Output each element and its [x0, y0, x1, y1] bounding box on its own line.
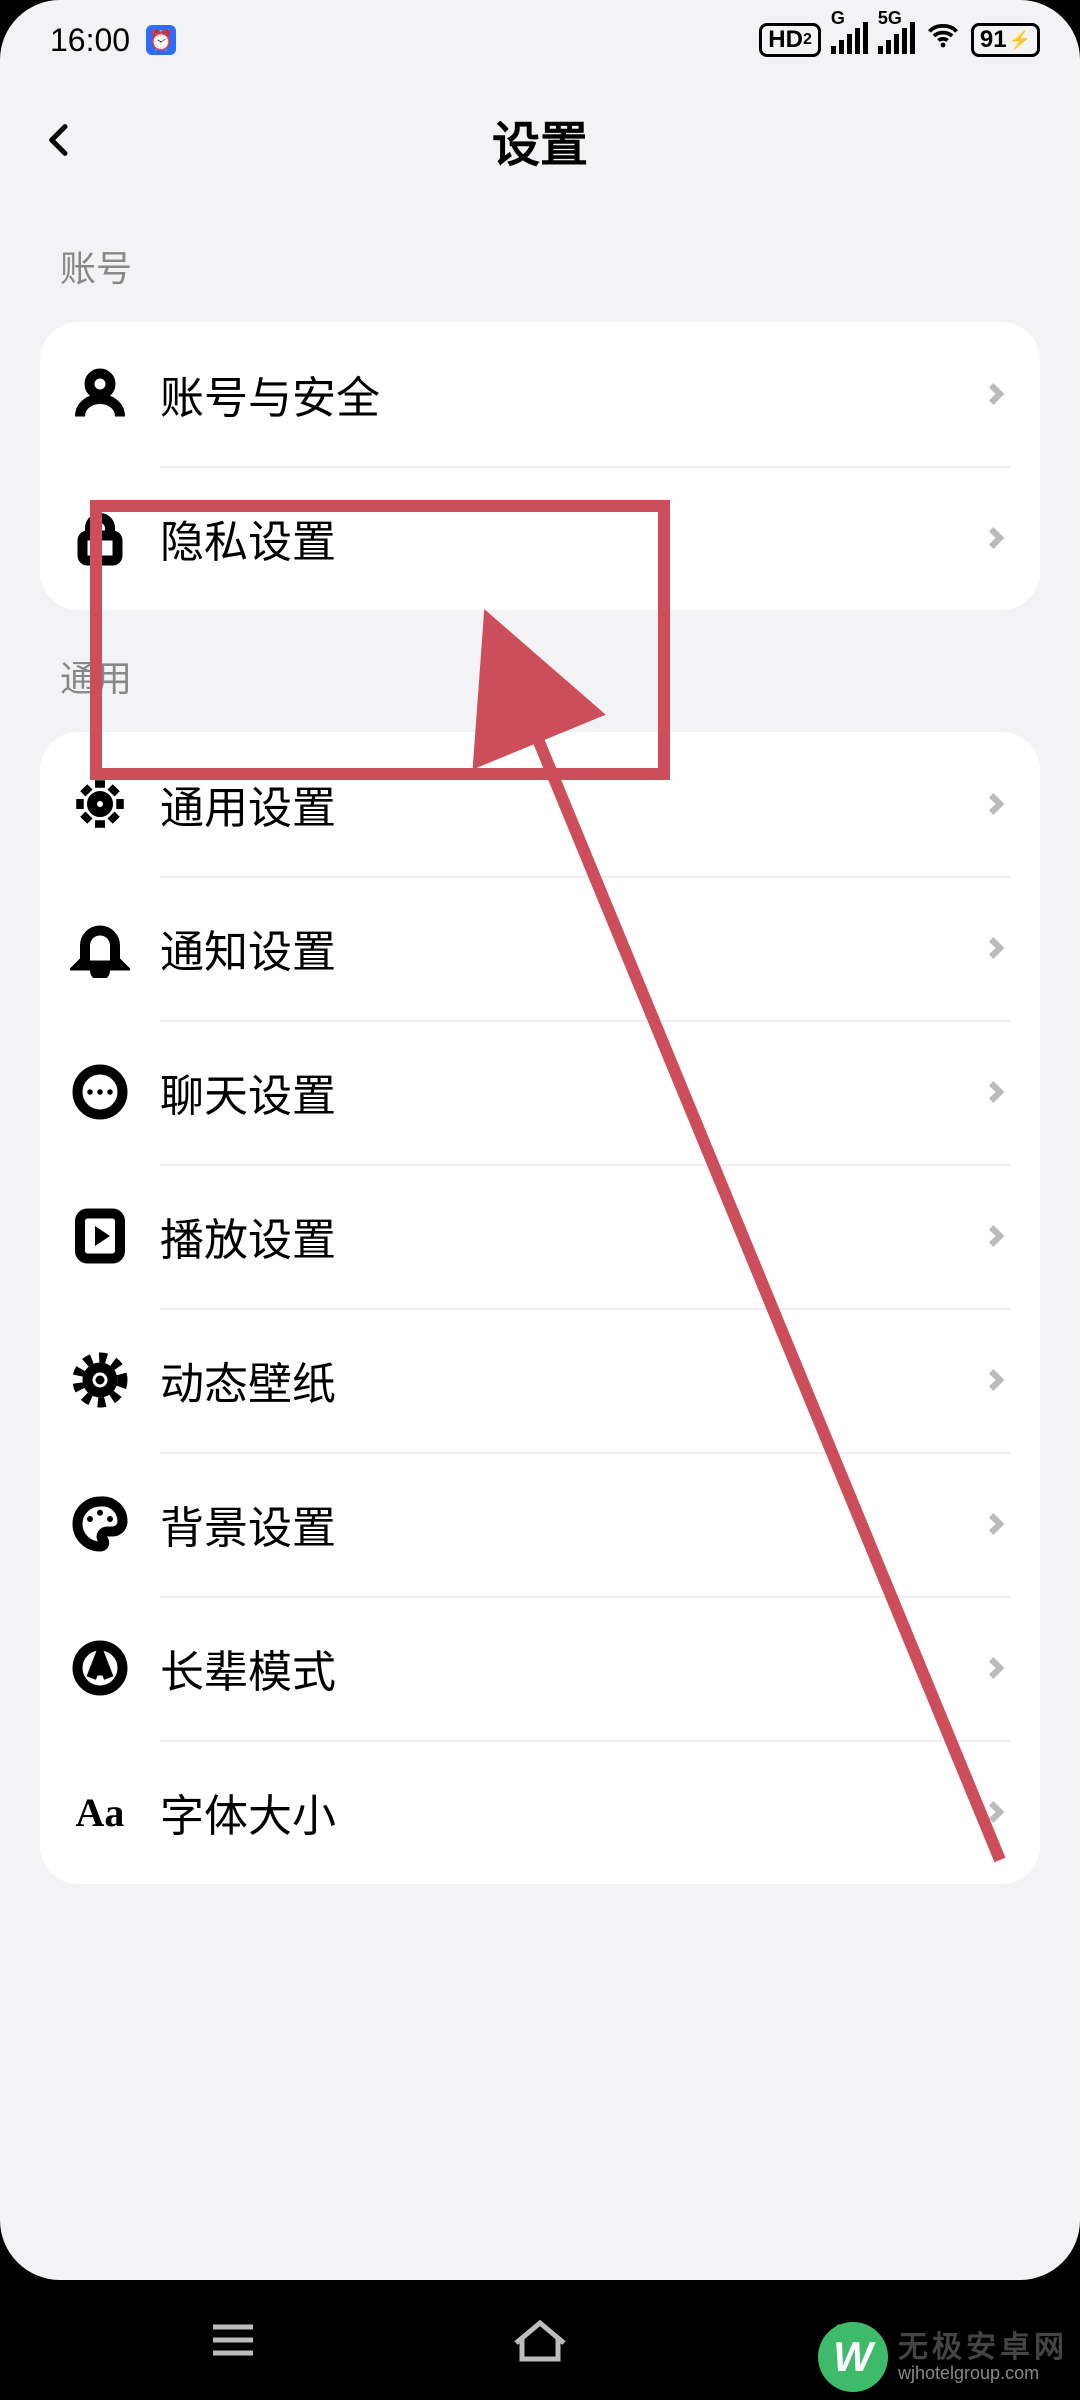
- row-label: 动态壁纸: [160, 1348, 980, 1412]
- section-label-account: 账号: [40, 200, 1040, 322]
- chevron-right-icon: [980, 933, 1010, 963]
- row-label: 账号与安全: [160, 362, 980, 426]
- chat-icon: [70, 1062, 130, 1122]
- row-font-size[interactable]: Aa 字体大小: [40, 1740, 1040, 1884]
- wifi-icon: [925, 18, 961, 62]
- nav-home-button[interactable]: [500, 2315, 580, 2365]
- row-chat-settings[interactable]: 聊天设置: [40, 1020, 1040, 1164]
- row-label: 长辈模式: [160, 1636, 980, 1700]
- row-background-settings[interactable]: 背景设置: [40, 1452, 1040, 1596]
- font-size-icon: Aa: [70, 1782, 130, 1842]
- chevron-right-icon: [980, 379, 1010, 409]
- row-label: 背景设置: [160, 1492, 980, 1556]
- row-label: 通知设置: [160, 916, 980, 980]
- target-icon: [70, 1350, 130, 1410]
- watermark-badge: W: [818, 2322, 888, 2392]
- bell-icon: [70, 918, 130, 978]
- nav-recents-button[interactable]: [193, 2315, 273, 2365]
- card-general: 通用设置 通知设置 聊天设置 播放设置: [40, 732, 1040, 1884]
- row-label: 通用设置: [160, 772, 980, 836]
- watermark-text-2: wjhotelgroup.com: [898, 2364, 1068, 2384]
- row-playback-settings[interactable]: 播放设置: [40, 1164, 1040, 1308]
- status-time: 16:00: [50, 22, 130, 59]
- back-button[interactable]: [30, 110, 90, 170]
- play-icon: [70, 1206, 130, 1266]
- chevron-right-icon: [980, 1509, 1010, 1539]
- chevron-right-icon: [980, 1653, 1010, 1683]
- circle-a-icon: [70, 1638, 130, 1698]
- watermark-text-1: 无极安卓网: [898, 2331, 1068, 2364]
- chevron-right-icon: [980, 789, 1010, 819]
- status-bar: 16:00 ⏰ HD2 G 5G 91⚡: [0, 0, 1080, 80]
- device-screen: 16:00 ⏰ HD2 G 5G 91⚡: [0, 0, 1080, 2280]
- signal-2-icon: 5G: [878, 26, 915, 54]
- signal-1-icon: G: [831, 26, 868, 54]
- row-label: 字体大小: [160, 1780, 980, 1844]
- chevron-right-icon: [980, 1797, 1010, 1827]
- row-elder-mode[interactable]: 长辈模式: [40, 1596, 1040, 1740]
- app-bar: 设置: [0, 80, 1080, 200]
- chevron-right-icon: [980, 1077, 1010, 1107]
- palette-icon: [70, 1494, 130, 1554]
- chevron-right-icon: [980, 1221, 1010, 1251]
- alarm-icon: ⏰: [146, 25, 176, 55]
- watermark: W 无极安卓网 wjhotelgroup.com: [806, 2314, 1080, 2400]
- row-label: 播放设置: [160, 1204, 980, 1268]
- page-title: 设置: [0, 105, 1080, 175]
- person-icon: [70, 364, 130, 424]
- settings-content: 账号 账号与安全 隐私设置 通用: [0, 200, 1080, 1884]
- chevron-right-icon: [980, 523, 1010, 553]
- row-notification-settings[interactable]: 通知设置: [40, 876, 1040, 1020]
- hd-badge: HD2: [759, 23, 821, 57]
- row-account-security[interactable]: 账号与安全: [40, 322, 1040, 466]
- annotation-highlight: [90, 500, 670, 780]
- battery-icon: 91⚡: [971, 23, 1040, 57]
- row-label: 聊天设置: [160, 1060, 980, 1124]
- gear-icon: [70, 774, 130, 834]
- row-live-wallpaper[interactable]: 动态壁纸: [40, 1308, 1040, 1452]
- chevron-right-icon: [980, 1365, 1010, 1395]
